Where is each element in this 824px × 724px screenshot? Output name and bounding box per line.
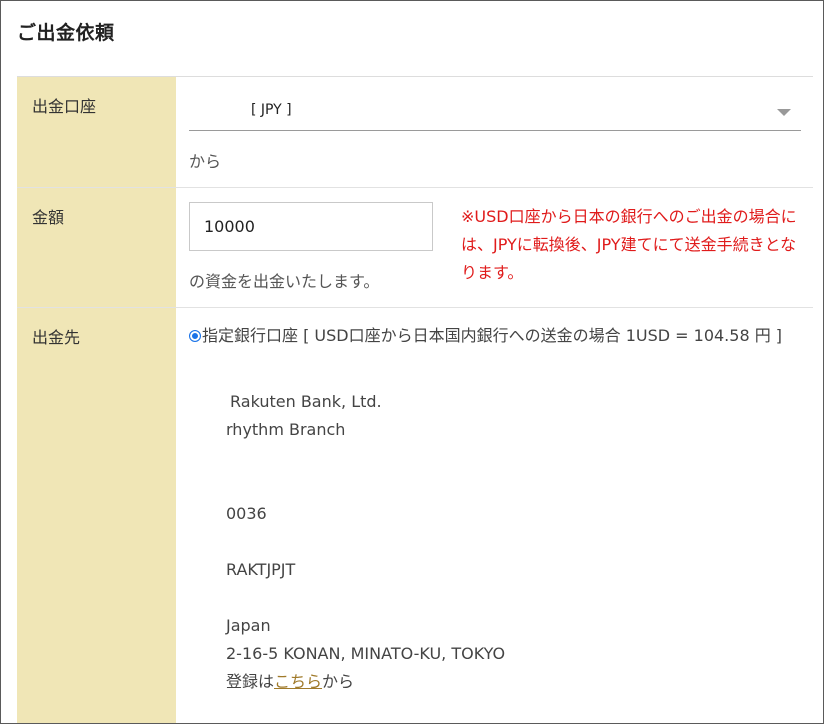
account-row: 出金口座 [ JPY ] から bbox=[17, 77, 813, 188]
amount-input[interactable] bbox=[189, 202, 433, 251]
bank-country: Japan bbox=[226, 616, 271, 635]
bank-account-option[interactable]: 指定銀行口座 [ USD口座から日本国内銀行への送金の場合 1USD = 104… bbox=[189, 322, 801, 350]
radio-button[interactable] bbox=[189, 330, 201, 342]
bank-details: Rakuten Bank, Ltd. rhythm Branch 0036 RA… bbox=[226, 388, 801, 696]
withdrawal-request-panel: ご出金依頼 出金口座 [ JPY ] から 金額 の資金を出金いたします。 ※U… bbox=[0, 0, 824, 724]
swift-code: RAKTJPJT bbox=[226, 560, 296, 579]
register-suffix: から bbox=[322, 672, 355, 691]
amount-row: 金額 の資金を出金いたします。 ※USD口座から日本の銀行へのご出金の場合には、… bbox=[17, 188, 813, 308]
bank-account-option-label: 指定銀行口座 [ USD口座から日本国内銀行への送金の場合 1USD = 104… bbox=[202, 326, 783, 345]
account-label: 出金口座 bbox=[17, 77, 176, 187]
register-prefix: 登録は bbox=[226, 672, 275, 691]
amount-suffix: の資金を出金いたします。 bbox=[189, 272, 380, 291]
destination-label: 出金先 bbox=[17, 308, 176, 723]
register-line: 登録はこちらから bbox=[226, 668, 801, 696]
destination-value-cell: 指定銀行口座 [ USD口座から日本国内銀行への送金の場合 1USD = 104… bbox=[176, 308, 813, 723]
account-value-cell: [ JPY ] から bbox=[176, 77, 813, 187]
bank-address: 2-16-5 KONAN, MINATO-KU, TOKYO bbox=[226, 644, 506, 663]
account-suffix: から bbox=[189, 152, 222, 171]
page-title: ご出金依頼 bbox=[17, 22, 115, 44]
account-select-value: [ JPY ] bbox=[251, 102, 292, 118]
destination-row: 出金先 指定銀行口座 [ USD口座から日本国内銀行への送金の場合 1USD =… bbox=[17, 308, 813, 723]
amount-value-cell: の資金を出金いたします。 ※USD口座から日本の銀行へのご出金の場合には、JPY… bbox=[176, 188, 813, 307]
bank-name: Rakuten Bank, Ltd. bbox=[230, 392, 382, 411]
amount-label: 金額 bbox=[17, 188, 176, 307]
register-link[interactable]: こちら bbox=[274, 672, 322, 691]
bank-code: 0036 bbox=[226, 504, 267, 523]
bank-branch: rhythm Branch bbox=[226, 420, 346, 439]
chevron-down-icon bbox=[777, 109, 791, 116]
account-select[interactable]: [ JPY ] bbox=[189, 89, 801, 131]
withdrawal-form-table: 出金口座 [ JPY ] から 金額 の資金を出金いたします。 ※USD口座から… bbox=[17, 76, 813, 723]
amount-note: ※USD口座から日本の銀行へのご出金の場合には、JPYに転換後、JPY建てにて送… bbox=[461, 207, 797, 282]
